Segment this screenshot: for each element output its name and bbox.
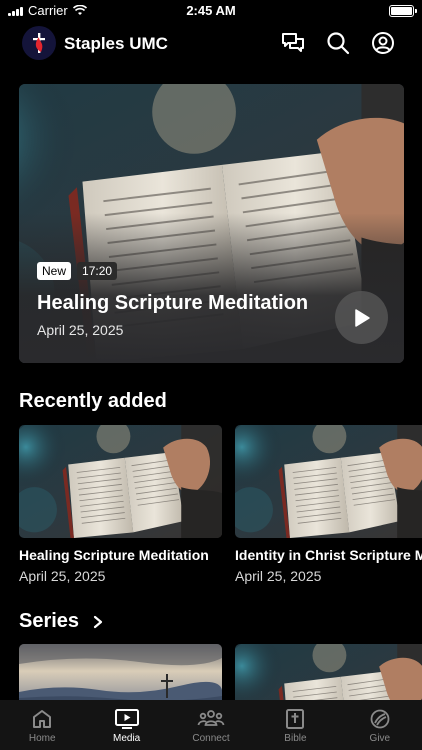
tab-connect[interactable]: Connect	[169, 700, 253, 750]
tab-give[interactable]: Give	[338, 700, 422, 750]
cross-flame-icon	[33, 33, 45, 53]
hero-gradient	[19, 213, 404, 363]
bottom-tab-bar: Home Media Connect Bible Give	[0, 700, 422, 750]
mountain-cross-image	[19, 644, 222, 704]
home-icon	[33, 710, 52, 728]
hero-date: April 25, 2025	[37, 322, 124, 338]
series-card[interactable]	[19, 644, 222, 704]
series-card[interactable]	[235, 644, 422, 704]
tab-label: Connect	[192, 733, 230, 744]
chat-button[interactable]	[280, 30, 306, 56]
tv-play-icon	[114, 709, 139, 729]
play-icon	[354, 308, 370, 327]
battery-icon	[389, 5, 417, 17]
tab-label: Home	[28, 733, 56, 744]
hero-title: Healing Scripture Meditation	[37, 292, 309, 314]
status-bar: Carrier 2:45 AM	[0, 0, 422, 22]
duration-badge: 17:20	[77, 262, 118, 280]
give-icon	[370, 709, 390, 729]
chevron-right-icon	[93, 615, 103, 628]
media-thumbnail	[19, 425, 222, 538]
tab-bible[interactable]: Bible	[253, 700, 337, 750]
people-icon	[197, 710, 225, 726]
series-heading: Series	[19, 610, 80, 632]
account-icon	[372, 32, 394, 54]
media-card-date: April 25, 2025	[19, 568, 106, 584]
media-card-title: Healing Scripture Meditation	[19, 547, 209, 563]
account-button[interactable]	[370, 30, 396, 56]
church-logo[interactable]	[22, 26, 56, 60]
recently-added-heading: Recently added	[19, 390, 167, 412]
tab-label: Give	[369, 733, 391, 744]
tab-media[interactable]: Media	[84, 700, 168, 750]
hero-badges: New 17:20	[37, 262, 118, 280]
search-icon	[327, 32, 350, 55]
play-button[interactable]	[335, 291, 388, 344]
chat-icon	[282, 33, 304, 52]
app-title: Staples UMC	[64, 34, 168, 53]
tab-home[interactable]: Home	[0, 700, 84, 750]
bible-image	[235, 644, 422, 704]
new-badge: New	[37, 262, 72, 280]
bible-icon	[286, 709, 305, 729]
tab-label: Bible	[284, 733, 307, 744]
status-time: 2:45 AM	[186, 3, 236, 18]
search-button[interactable]	[325, 30, 351, 56]
series-header[interactable]: Series	[19, 610, 103, 633]
media-thumbnail	[235, 425, 422, 538]
media-card[interactable]: Identity in Christ Scripture Meditation …	[235, 425, 422, 584]
app-header: Staples UMC	[0, 26, 422, 62]
media-card-title: Identity in Christ Scripture Meditation	[235, 547, 422, 563]
media-card[interactable]: Healing Scripture Meditation April 25, 2…	[19, 425, 222, 584]
media-card-date: April 25, 2025	[235, 568, 322, 584]
tab-label: Media	[112, 733, 141, 744]
featured-media-card[interactable]: New 17:20 Healing Scripture Meditation A…	[19, 84, 404, 363]
